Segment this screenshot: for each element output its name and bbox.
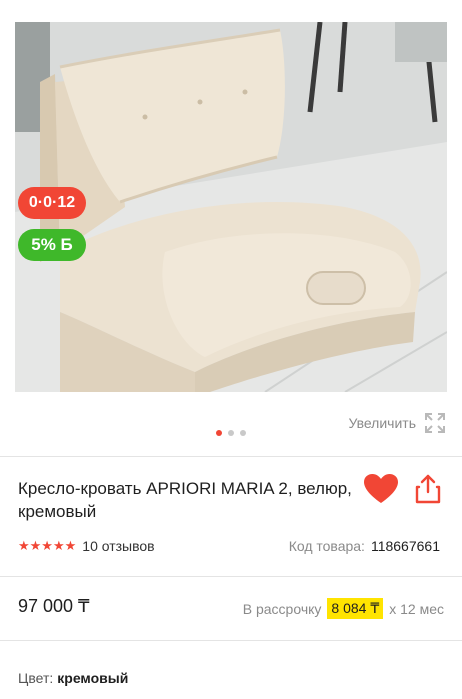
divider (0, 640, 462, 641)
heart-icon (364, 474, 398, 503)
installment-badge: 0·0·12 (18, 187, 86, 219)
product-code: Код товара: 118667661 (289, 538, 440, 554)
rating-row[interactable]: ★★★★★ 10 отзывов (18, 538, 155, 554)
divider (0, 576, 462, 577)
installment-amount: 8 084 ₸ (327, 598, 384, 619)
gallery-pagination (0, 430, 462, 436)
reviews-link[interactable]: 10 отзывов (82, 538, 154, 554)
color-value: кремовый (57, 670, 129, 686)
favorite-button[interactable] (362, 472, 400, 506)
installment-label: В рассрочку (242, 600, 322, 617)
installment-term: x 12 мес (389, 600, 444, 617)
product-code-label: Код товара: (288, 538, 365, 554)
installment-info[interactable]: В рассрочку 8 084 ₸ x 12 мес (243, 598, 444, 619)
share-icon (415, 474, 441, 504)
zoom-label: Увеличить (348, 415, 416, 431)
product-title: Кресло-кровать APRIORI MARIA 2, велюр, к… (18, 479, 352, 521)
pagination-dot[interactable] (240, 430, 246, 436)
pagination-dot-active[interactable] (216, 430, 222, 436)
color-row: Цвет: кремовый (18, 670, 128, 686)
pagination-dot[interactable] (228, 430, 234, 436)
product-code-value: 118667661 (370, 538, 440, 554)
share-button[interactable] (412, 472, 444, 506)
product-gallery[interactable]: 0·0·12 5% Б Увеличить (0, 0, 462, 455)
color-label: Цвет: (18, 670, 54, 686)
rating-stars: ★★★★★ (18, 538, 77, 553)
divider (0, 456, 462, 457)
product-price: 97 000 ₸ (18, 596, 90, 616)
bonus-badge: 5% Б (18, 229, 86, 261)
